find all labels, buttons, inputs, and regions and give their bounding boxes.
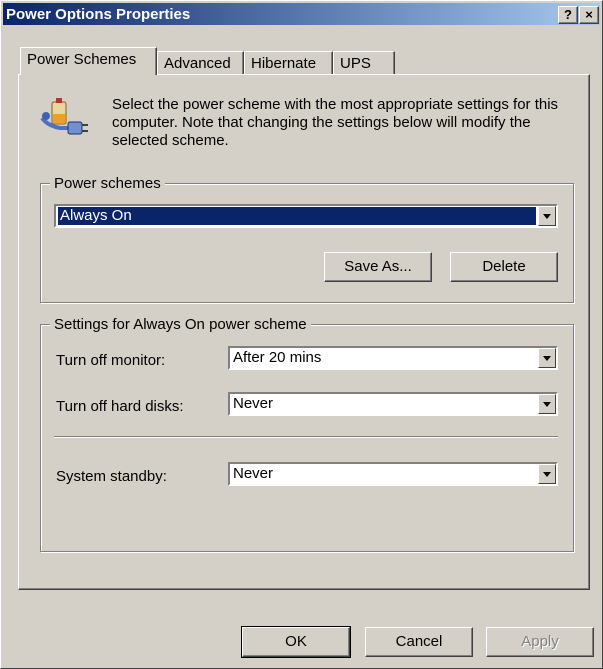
standby-label: System standby: — [56, 468, 167, 485]
chevron-down-icon[interactable] — [538, 394, 556, 414]
tab-advanced[interactable]: Advanced — [157, 51, 244, 75]
monitor-label: Turn off monitor: — [56, 352, 166, 369]
power-scheme-select[interactable]: Always On — [54, 204, 558, 228]
chevron-down-icon[interactable] — [538, 464, 556, 484]
tab-hibernate[interactable]: Hibernate — [244, 51, 333, 75]
save-as-label: Save As... — [344, 258, 412, 275]
tab-power-schemes[interactable]: Power Schemes — [20, 47, 157, 75]
standby-select[interactable]: Never — [228, 462, 558, 486]
settings-group-label: Settings for Always On power scheme — [50, 316, 311, 334]
power-schemes-group — [40, 183, 574, 303]
standby-value: Never — [233, 465, 274, 482]
chevron-down-icon[interactable] — [538, 206, 556, 226]
disks-label: Turn off hard disks: — [56, 398, 184, 415]
delete-button[interactable]: Delete — [450, 252, 558, 282]
help-button[interactable]: ? — [558, 6, 578, 24]
save-as-button[interactable]: Save As... — [324, 252, 432, 282]
power-plug-battery-icon — [38, 96, 90, 140]
apply-label: Apply — [521, 633, 559, 650]
monitor-select[interactable]: After 20 mins — [228, 346, 558, 370]
ok-button[interactable]: OK — [241, 626, 351, 658]
power-schemes-group-label: Power schemes — [50, 175, 165, 193]
delete-label: Delete — [482, 258, 526, 275]
window-title: Power Options Properties — [6, 6, 191, 23]
power-scheme-value: Always On — [57, 206, 537, 226]
disks-value: Never — [233, 395, 274, 412]
settings-separator — [54, 436, 558, 438]
close-button[interactable]: × — [579, 6, 599, 24]
cancel-button[interactable]: Cancel — [365, 627, 473, 657]
apply-button[interactable]: Apply — [486, 627, 594, 657]
description-text: Select the power scheme with the most ap… — [112, 96, 559, 149]
tab-ups[interactable]: UPS — [333, 51, 395, 75]
disks-select[interactable]: Never — [228, 392, 558, 416]
cancel-label: Cancel — [395, 633, 443, 650]
monitor-value: After 20 mins — [233, 349, 322, 366]
chevron-down-icon[interactable] — [538, 348, 556, 368]
title-bar[interactable]: Power Options Properties ? × — [3, 3, 600, 25]
tab-join — [21, 73, 155, 76]
ok-label: OK — [285, 633, 307, 650]
